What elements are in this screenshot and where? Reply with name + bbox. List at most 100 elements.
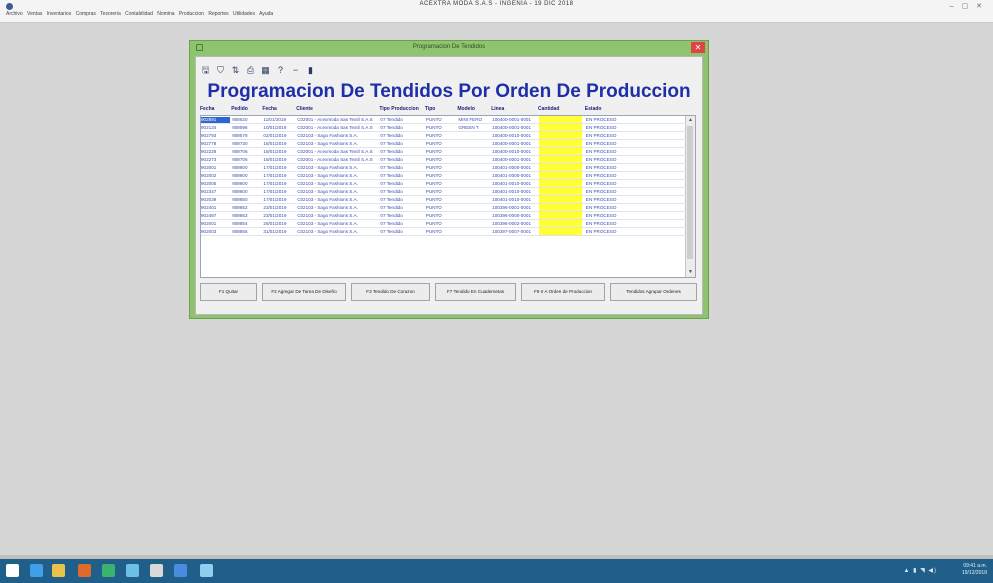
quitar-button[interactable]: F1 Quitar (200, 283, 257, 301)
cell-estado: EN PROCESO (585, 117, 617, 122)
table-row[interactable]: 902273 908706 18/01/2019 C02001 - Acexmoda … (201, 156, 687, 164)
table-row[interactable]: 902002 908800 17/01/2019 C02103 - Sago Fash… (201, 172, 687, 180)
cell-cantidad[interactable] (539, 140, 583, 147)
cell-fecha-pedido: 18/01/2019 (263, 157, 287, 162)
cell-fecha: 902002 (201, 173, 217, 178)
agrupar-ordenes-button[interactable]: Tendidos Agrupar Ordenes (610, 283, 697, 301)
cell-fecha: 902347 (201, 189, 217, 194)
column-header-cantidad[interactable]: Cantidad (538, 106, 559, 112)
column-header-pedido[interactable]: Pedido (231, 106, 248, 112)
tendidos-table: Fecha Pedido Fecha Cliente Tipo Produccion Ti… (200, 106, 696, 279)
column-header-estado[interactable]: Estado (585, 106, 602, 112)
cell-estado: EN PROCESO (585, 197, 617, 202)
cell-estado: EN PROCESO (585, 149, 617, 154)
filter-icon[interactable]: ⛉ (215, 65, 226, 76)
taskbar-clock[interactable]: 09:41 a.m. 19/12/2018 (962, 563, 987, 577)
cell-linea: 100400-0010-0001 (492, 149, 532, 154)
table-row[interactable]: 902487 908853 23/01/2019 C02103 - Sago Fash… (201, 212, 687, 220)
window-title: Programacion De Tendidos (412, 44, 486, 50)
cell-cliente: C02103 - Sago Fashions S.A. (297, 205, 358, 210)
cell-fecha: 902273 (201, 157, 217, 162)
app-icon[interactable] (102, 564, 115, 577)
cell-cliente: C02103 - Sago Fashions S.A. (297, 165, 358, 170)
cell-cantidad[interactable] (539, 116, 583, 123)
scroll-down-arrow-icon[interactable]: ▼ (686, 268, 695, 277)
window-title-bar[interactable]: Programacion De Tendidos ✕ (190, 41, 708, 55)
preview-icon[interactable]: ▦ (260, 65, 271, 76)
help-icon[interactable]: ? (275, 65, 286, 76)
column-header-fecha-pedido[interactable]: Fecha (262, 106, 276, 112)
minus-icon[interactable]: − (290, 65, 301, 76)
column-header-modelo[interactable]: Modelo (457, 106, 475, 112)
action-button-row: F1 Quitar F2 Agregar De Tarea De Diseño F3… (200, 283, 700, 303)
window-controls[interactable]: – ▢ ✕ (950, 2, 985, 10)
explorer-icon[interactable] (52, 564, 65, 577)
save-icon[interactable]: 🖫 (200, 65, 211, 76)
cell-cantidad[interactable] (539, 220, 583, 227)
cell-fecha-pedido: 23/01/2019 (263, 205, 287, 210)
cell-linea: 100400-0001-0001 (492, 141, 532, 146)
cell-tipo: PUNTO (425, 213, 442, 218)
cell-cantidad[interactable] (539, 188, 583, 195)
cell-tipo: PUNTO (425, 149, 442, 154)
table-body: ▲ ▼ 902891 908620 11/01/2019 C02001 - Acexm… (200, 115, 696, 278)
table-row[interactable]: 902001 908854 28/01/2019 C02103 - Sago Fash… (201, 220, 687, 228)
cell-pedido: 908706 (232, 149, 248, 154)
main-menu-bar[interactable]: Archivo Ventas Inventarios Compras Tesor… (6, 11, 273, 17)
network-icon[interactable] (126, 564, 139, 577)
cell-cantidad[interactable] (539, 132, 583, 139)
media-icon[interactable] (78, 564, 91, 577)
exit-icon[interactable]: ▮ (305, 65, 316, 76)
cell-cliente: C02001 - Acexmoda Sas Textil S.A.S (297, 149, 373, 154)
table-row[interactable]: 902003 908855 31/01/2019 C02103 - Sago Fash… (201, 228, 687, 236)
column-header-tipo[interactable]: Tipo (425, 106, 435, 112)
cell-tipo: PUNTO (425, 205, 442, 210)
column-header-tipo-produccion[interactable]: Tipo Produccion (379, 106, 418, 112)
cell-cliente: C02103 - Sago Fashions S.A. (297, 133, 358, 138)
cell-linea: 100401-0010-0001 (492, 181, 532, 186)
clock-date: 19/12/2018 (961, 570, 987, 576)
column-header-linea[interactable]: Linea (491, 106, 504, 112)
tendido-corazon-button[interactable]: F3 Tendido De Corazon (351, 283, 430, 301)
cell-cantidad[interactable] (539, 228, 583, 235)
cell-cantidad[interactable] (539, 180, 583, 187)
table-row[interactable]: 902228 908706 18/01/2019 C02001 - Acexmoda … (201, 148, 687, 156)
cell-tipo-produccion: 07 Tendido (380, 229, 403, 234)
cell-cantidad[interactable] (539, 124, 583, 131)
table-row[interactable]: 902039 908850 17/01/2019 C02103 - Sago Fash… (201, 196, 687, 204)
table-row[interactable]: 902401 908852 23/01/2019 C02103 - Sago Fash… (201, 204, 687, 212)
table-row[interactable]: 902347 908800 17/01/2019 C02103 - Sago Fash… (201, 188, 687, 196)
chrome-icon[interactable] (150, 564, 163, 577)
cell-cantidad[interactable] (539, 204, 583, 211)
table-row[interactable]: 902778 908730 18/01/2019 C02103 - Sago Fash… (201, 140, 687, 148)
window-icon[interactable] (200, 564, 213, 577)
cell-linea: 100400-0001-0001 (492, 157, 532, 162)
ir-orden-produccion-button[interactable]: F9 Ir A Orden de Produccion (521, 283, 605, 301)
cell-linea: 100396-0000-0001 (492, 213, 532, 218)
cell-cantidad[interactable] (539, 164, 583, 171)
start-icon[interactable] (6, 564, 19, 577)
remote-icon[interactable] (174, 564, 187, 577)
table-row[interactable]: 902134 908596 10/01/2019 C02001 - Acexmoda … (201, 124, 687, 132)
cell-cantidad[interactable] (539, 196, 583, 203)
agregar-tarea-button[interactable]: F2 Agregar De Tarea De Diseño (262, 283, 346, 301)
column-header-cliente[interactable]: Cliente (296, 106, 313, 112)
ie-icon[interactable] (30, 564, 43, 577)
print-icon[interactable]: ⎙ (245, 65, 256, 76)
close-button[interactable]: ✕ (691, 42, 705, 53)
cell-fecha-pedido: 31/01/2019 (263, 229, 287, 234)
sort-icon[interactable]: ⇅ (230, 65, 241, 76)
table-row[interactable]: 902793 908578 02/01/2019 C02103 - Sago Fash… (201, 132, 687, 140)
system-tray[interactable]: ▲ ▮ ◥ ◀) (904, 567, 937, 574)
table-row[interactable]: 902005 908800 17/01/2019 C02103 - Sago Fash… (201, 180, 687, 188)
cell-cantidad[interactable] (539, 212, 583, 219)
tendido-cuadernetas-button[interactable]: F7 Tendido En Cuadernetas (435, 283, 516, 301)
table-row[interactable]: 902891 908620 11/01/2019 C02001 - Acexmoda … (201, 116, 687, 124)
cell-tipo: PUNTO (425, 181, 442, 186)
table-row[interactable]: 902001 908800 17/01/2019 C02103 - Sago Fash… (201, 164, 687, 172)
cell-linea: 100400-0001-0001 (492, 125, 532, 130)
column-header-fecha[interactable]: Fecha (200, 106, 214, 112)
cell-cantidad[interactable] (539, 156, 583, 163)
cell-cantidad[interactable] (539, 148, 583, 155)
cell-cantidad[interactable] (539, 172, 583, 179)
